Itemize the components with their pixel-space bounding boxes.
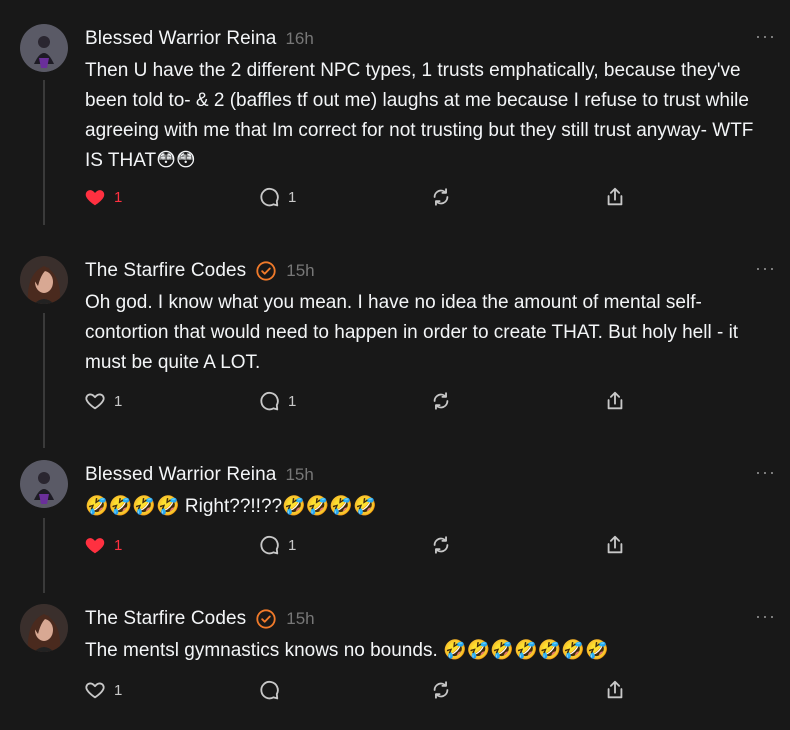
repost-icon [433, 681, 449, 699]
share-icon [607, 391, 623, 410]
like-count: 1 [114, 188, 123, 206]
reply-button[interactable]: 1 [258, 534, 296, 556]
more-icon[interactable]: ··· [755, 26, 776, 46]
post-text: 🤣🤣🤣🤣 Right??!!??🤣🤣🤣🤣 [85, 496, 377, 517]
thread-post: The Starfire Codes 15h ··· The mentsl gy… [0, 604, 790, 724]
repost-icon [433, 188, 449, 206]
author-name[interactable]: The Starfire Codes [85, 608, 246, 630]
share-icon [607, 535, 623, 554]
post-time: 16h [285, 29, 314, 48]
repost-button[interactable] [430, 534, 452, 556]
post-actions: 1 1 [84, 534, 644, 558]
avatar[interactable] [20, 24, 68, 72]
reply-button[interactable]: 1 [258, 186, 296, 208]
author-name[interactable]: Blessed Warrior Reina [85, 464, 276, 486]
share-icon [607, 187, 623, 206]
like-count: 1 [114, 536, 123, 554]
reply-button[interactable]: 1 [258, 390, 296, 412]
reply-count: 1 [288, 188, 297, 206]
post-text: The mentsl gymnastics knows no bounds. 🤣… [85, 640, 609, 661]
reply-count: 1 [288, 392, 297, 410]
thread-post: Blessed Warrior Reina 15h ··· 🤣🤣🤣🤣 Right… [0, 460, 790, 590]
repost-button[interactable] [430, 186, 452, 208]
post-actions: 1 1 [84, 390, 644, 414]
author-name[interactable]: Blessed Warrior Reina [85, 28, 276, 50]
heart-icon [85, 393, 105, 410]
post-text: Oh god. I know what you mean. I have no … [85, 292, 744, 373]
reply-button[interactable] [258, 679, 288, 701]
post-time: 15h [286, 609, 315, 628]
repost-icon [433, 392, 449, 410]
avatar[interactable] [20, 256, 68, 304]
post-time: 15h [286, 261, 315, 280]
like-button[interactable]: 1 [84, 186, 122, 208]
like-button[interactable]: 1 [84, 534, 122, 556]
thread-post: The Starfire Codes 15h ··· Oh god. I kno… [0, 256, 790, 456]
post-actions: 1 [84, 679, 644, 703]
share-icon [607, 680, 623, 699]
thread-post: Blessed Warrior Reina 16h ··· Then U hav… [0, 24, 790, 224]
like-count: 1 [114, 392, 123, 410]
comment-icon [260, 187, 279, 207]
heart-icon [85, 682, 105, 699]
share-button[interactable] [604, 534, 626, 556]
avatar[interactable] [20, 604, 68, 652]
more-icon[interactable]: ··· [755, 258, 776, 278]
share-button[interactable] [604, 679, 626, 701]
like-button[interactable]: 1 [84, 679, 122, 701]
verified-icon [256, 261, 276, 281]
more-icon[interactable]: ··· [755, 606, 776, 626]
repost-button[interactable] [430, 679, 452, 701]
repost-icon [433, 536, 449, 554]
heart-icon [85, 538, 105, 554]
avatar[interactable] [20, 460, 68, 508]
author-name[interactable]: The Starfire Codes [85, 260, 246, 282]
like-button[interactable]: 1 [84, 390, 122, 412]
post-actions: 1 1 [84, 186, 644, 210]
repost-button[interactable] [430, 390, 452, 412]
verified-icon [256, 609, 276, 629]
share-button[interactable] [604, 390, 626, 412]
comment-icon [260, 680, 279, 700]
post-text: Then U have the 2 different NPC types, 1… [85, 60, 759, 171]
heart-icon [85, 190, 105, 206]
post-time: 15h [285, 465, 314, 484]
comment-icon [260, 535, 279, 555]
like-count: 1 [114, 681, 123, 699]
comment-icon [260, 391, 279, 411]
share-button[interactable] [604, 186, 626, 208]
reply-count: 1 [288, 536, 297, 554]
more-icon[interactable]: ··· [755, 462, 776, 482]
